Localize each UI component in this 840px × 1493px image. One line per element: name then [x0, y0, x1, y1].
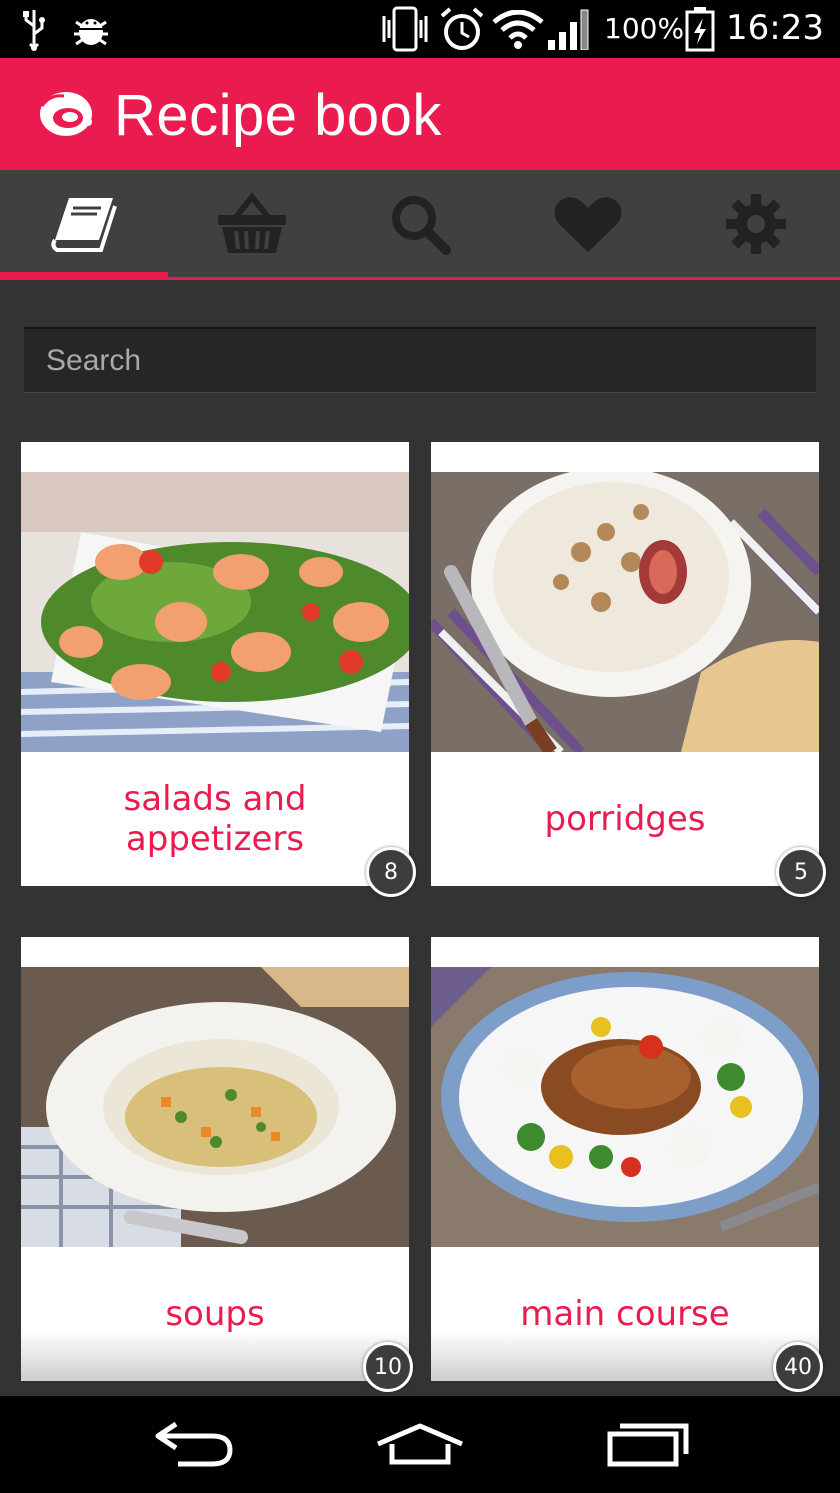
alarm-icon: [440, 7, 484, 50]
wifi-icon: [492, 10, 544, 49]
category-card-salads[interactable]: salads and appetizers 8: [21, 442, 416, 897]
tab-favorites[interactable]: [504, 170, 672, 277]
category-image-salads: [21, 472, 409, 752]
category-label: salads and appetizers: [123, 779, 307, 859]
category-image-porridges: [431, 472, 819, 752]
vibrate-icon: [382, 6, 428, 52]
recipe-count-badge: 10: [363, 1342, 413, 1392]
category-image-soups: [21, 967, 409, 1247]
home-button[interactable]: [360, 1414, 480, 1474]
search-box: [24, 327, 816, 393]
app-title: Recipe book: [114, 83, 442, 148]
tab-search[interactable]: [336, 170, 504, 277]
heart-icon: [554, 196, 622, 252]
search-icon: [392, 195, 451, 255]
book-icon: [51, 197, 117, 252]
basket-icon: [218, 192, 286, 253]
card-fade: [431, 1331, 819, 1381]
back-icon: [155, 1421, 233, 1467]
home-icon: [377, 1423, 463, 1465]
recipe-count-badge: 8: [366, 847, 416, 897]
tab-settings[interactable]: [672, 170, 840, 277]
category-card-soups[interactable]: soups 10: [21, 937, 413, 1392]
tab-recipes[interactable]: [0, 170, 168, 280]
recipe-count-badge: 5: [776, 847, 826, 897]
search-input[interactable]: [24, 329, 816, 392]
clock: 16:23: [726, 8, 824, 48]
card-fade: [21, 1331, 409, 1381]
battery-percent: 100%: [604, 12, 685, 45]
category-card-main-course[interactable]: main course 40: [431, 937, 823, 1392]
usb-icon: [23, 10, 45, 51]
system-nav-bar: [0, 1396, 840, 1493]
signal-icon: [548, 9, 589, 50]
category-label: porridges: [544, 799, 706, 839]
recents-icon: [607, 1423, 689, 1467]
category-card-porridges[interactable]: porridges 5: [431, 442, 826, 897]
android-debug-icon: [74, 19, 108, 46]
status-bar: 100% 16:23: [0, 0, 840, 58]
category-image-main-course: [431, 967, 819, 1247]
battery-charging-icon: [685, 7, 715, 52]
recipe-count-badge: 40: [773, 1342, 823, 1392]
tab-shopping-basket[interactable]: [168, 170, 336, 277]
app-logo-icon: [40, 92, 92, 136]
gear-icon: [726, 193, 786, 254]
recents-button[interactable]: [588, 1414, 708, 1474]
back-button[interactable]: [134, 1414, 254, 1474]
app-bar: Recipe book: [0, 58, 840, 170]
tab-bar: [0, 170, 840, 280]
